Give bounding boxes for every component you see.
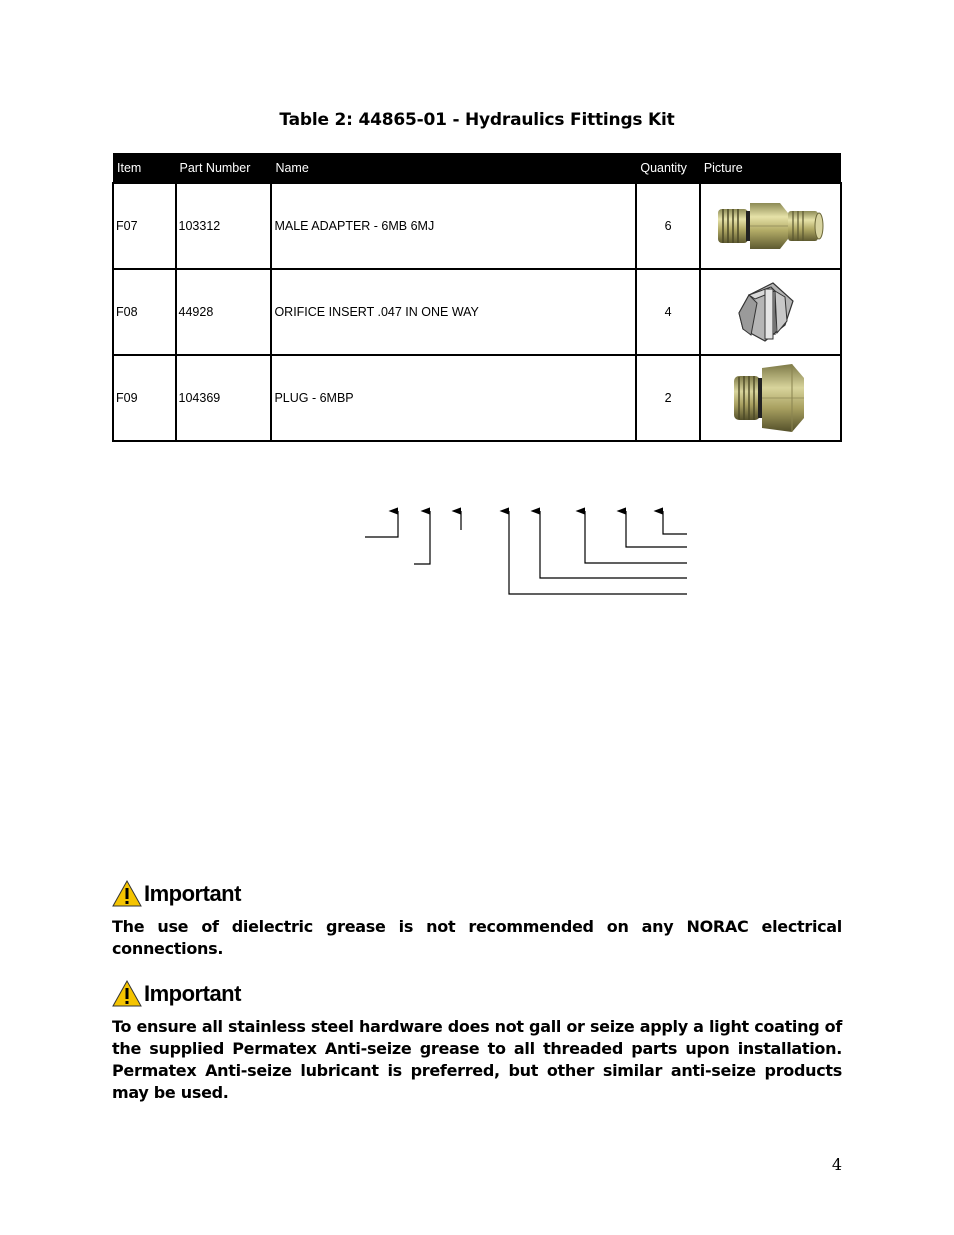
male-adapter-fitting-image xyxy=(718,203,824,249)
cell-name: MALE ADAPTER - 6MB 6MJ xyxy=(270,182,638,270)
header-name: Name xyxy=(271,153,637,183)
note-dielectric-grease: The use of dielectric grease is not reco… xyxy=(112,917,842,958)
cell-quantity: 2 xyxy=(635,354,701,442)
cell-name: PLUG - 6MBP xyxy=(270,354,638,442)
cell-quantity: 6 xyxy=(635,182,701,270)
header-part-number: Part Number xyxy=(175,153,272,183)
header-item: Item xyxy=(113,153,176,183)
parts-table: Item Part Number Name Quantity Picture F… xyxy=(112,153,843,442)
warning-triangle-icon xyxy=(112,880,142,907)
cell-part-number: 103312 xyxy=(174,182,273,270)
header-picture: Picture xyxy=(699,153,841,183)
callout-line-5 xyxy=(530,507,687,579)
cell-picture xyxy=(698,268,843,356)
important-label: Important xyxy=(144,880,241,906)
callout-line-7 xyxy=(616,507,687,548)
cell-picture xyxy=(698,182,843,270)
callout-diagram xyxy=(365,507,687,595)
table-row: F07 103312 MALE ADAPTER - 6MB 6MJ 6 xyxy=(112,182,843,270)
cell-part-number: 104369 xyxy=(174,354,273,442)
table-row: F08 44928 ORIFICE INSERT .047 IN ONE WAY… xyxy=(112,268,843,356)
callout-line-6 xyxy=(575,507,687,564)
note-anti-seize: To ensure all stainless steel hardware d… xyxy=(112,1017,842,1102)
callout-line-4 xyxy=(499,507,687,595)
table-title: Table 2: 44865-01 - Hydraulics Fittings … xyxy=(279,110,675,130)
callout-line-2 xyxy=(414,507,431,565)
cell-item: F07 xyxy=(112,182,177,270)
plug-fitting-image xyxy=(734,364,805,432)
important-heading-1: Important xyxy=(112,880,241,907)
warning-triangle-icon xyxy=(112,980,142,1007)
header-quantity: Quantity xyxy=(636,153,700,183)
important-label: Important xyxy=(144,980,241,1006)
table-row: F09 104369 PLUG - 6MBP 2 xyxy=(112,354,843,442)
table-header-row: Item Part Number Name Quantity Picture xyxy=(113,153,841,183)
cell-picture xyxy=(698,354,843,442)
important-heading-2: Important xyxy=(112,980,241,1007)
callout-line-8 xyxy=(653,507,687,535)
cell-quantity: 4 xyxy=(635,268,701,356)
cell-item: F08 xyxy=(112,268,177,356)
callout-line-1 xyxy=(365,507,399,538)
page-number: 4 xyxy=(831,1155,842,1174)
cell-item: F09 xyxy=(112,354,177,442)
orifice-insert-image xyxy=(738,282,795,342)
cell-part-number: 44928 xyxy=(174,268,273,356)
cell-name: ORIFICE INSERT .047 IN ONE WAY xyxy=(270,268,638,356)
